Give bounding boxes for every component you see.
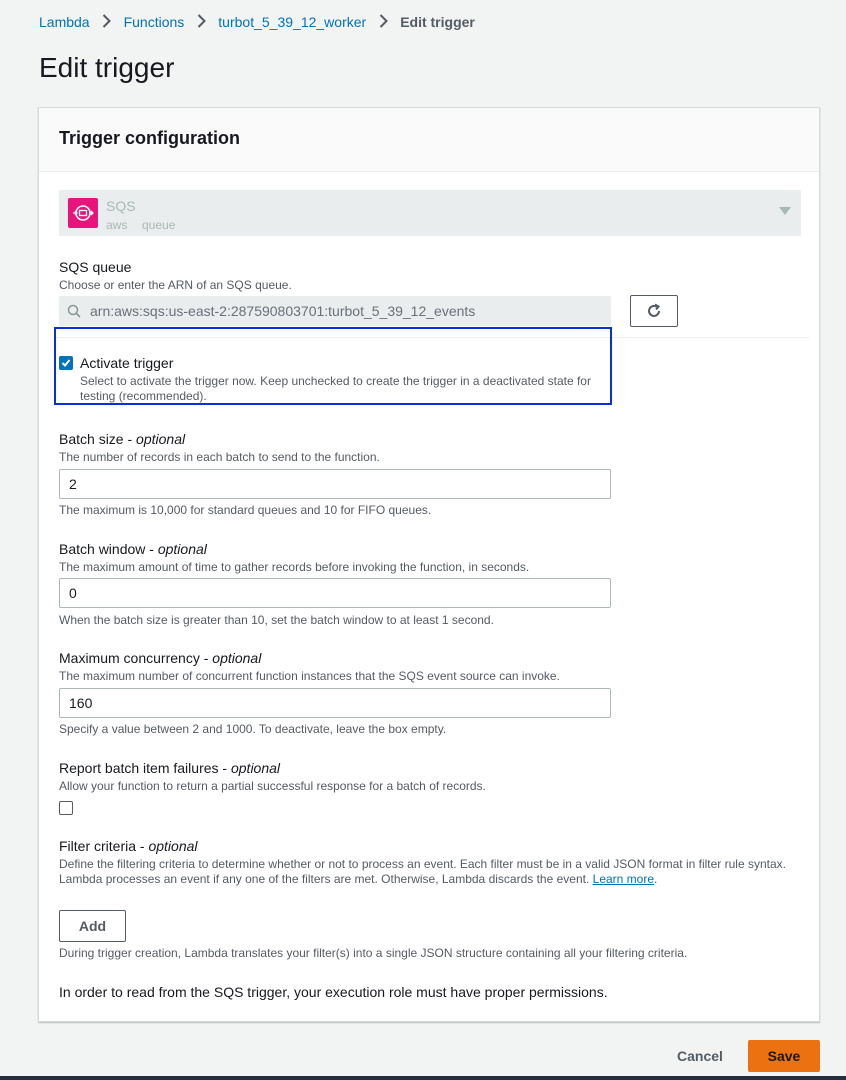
breadcrumb: Lambda Functions turbot_5_39_12_worker E… [39,13,475,31]
source-tag-aws: aws [106,218,128,232]
breadcrumb-function-name[interactable]: turbot_5_39_12_worker [218,14,366,30]
optional-tag: optional [148,838,198,854]
max-concurrency-label-text: Maximum concurrency [59,650,200,666]
panel-header: Trigger configuration [39,108,819,172]
cancel-button[interactable]: Cancel [677,1048,723,1064]
batch-size-input[interactable]: 2 [59,469,611,499]
checkmark-icon [61,359,71,367]
sqs-queue-input: arn:aws:sqs:us-east-2:287590803701:turbo… [59,296,611,326]
activate-trigger-checkbox[interactable] [59,356,73,370]
filter-criteria-description-line2: Lambda processes an event if any one of … [59,872,590,886]
bottom-bar [0,1076,846,1080]
sqs-queue-label: SQS queue [59,259,132,275]
page-title: Edit trigger [39,52,175,83]
batch-window-hint: When the batch size is greater than 10, … [59,613,494,627]
search-icon [67,304,81,318]
report-failures-description: Allow your function to return a partial … [59,779,486,793]
source-name: SQS [106,198,136,214]
chevron-right-icon [90,13,124,31]
optional-tag: optional [212,650,262,666]
activate-trigger-label: Activate trigger [80,355,174,371]
report-failures-checkbox[interactable] [59,801,73,815]
caret-down-icon [779,207,791,215]
trigger-configuration-panel: Trigger configuration SQS aws queue SQS … [38,107,820,1022]
refresh-icon [648,303,661,317]
breadcrumb-functions[interactable]: Functions [124,14,185,30]
optional-tag: optional [136,431,186,447]
sqs-queue-value: arn:aws:sqs:us-east-2:287590803701:turbo… [90,303,476,319]
batch-window-description: The maximum amount of time to gather rec… [59,560,530,574]
chevron-right-icon [366,13,400,31]
add-filter-button[interactable]: Add [59,910,126,942]
report-failures-label-text: Report batch item failures [59,760,219,776]
filter-criteria-description: Define the filtering criteria to determi… [59,857,786,886]
optional-tag: optional [230,760,281,776]
activate-trigger-description: Select to activate the trigger now. Keep… [80,374,591,403]
batch-size-label-text: Batch size [59,431,124,447]
max-concurrency-hint: Specify a value between 2 and 1000. To d… [59,722,447,736]
filter-criteria-label-text: Filter criteria [59,838,137,854]
panel-title: Trigger configuration [59,128,241,148]
filter-criteria-hint: During trigger creation, Lambda translat… [59,946,688,960]
optional-tag: optional [157,541,207,557]
sqs-queue-description: Choose or enter the ARN of an SQS queue. [59,278,292,292]
chevron-right-icon [184,13,218,31]
learn-more-link[interactable]: Learn more [593,872,654,886]
max-concurrency-input[interactable]: 160 [59,688,611,718]
filter-criteria-description-line1: Define the filtering criteria to determi… [59,857,786,871]
batch-size-description: The number of records in each batch to s… [59,450,380,464]
refresh-button[interactable] [630,295,678,327]
breadcrumb-lambda[interactable]: Lambda [39,14,90,30]
batch-window-input[interactable]: 0 [59,578,611,608]
batch-size-label: Batch size - optional [59,431,186,447]
breadcrumb-current: Edit trigger [400,14,475,30]
batch-window-label-text: Batch window [59,541,146,557]
max-concurrency-description: The maximum number of concurrent functio… [59,669,560,683]
source-tag-queue: queue [142,218,176,232]
filter-criteria-label: Filter criteria - optional [59,838,198,854]
sqs-icon [68,198,98,228]
max-concurrency-label: Maximum concurrency - optional [59,650,262,666]
permissions-note: In order to read from the SQS trigger, y… [59,984,608,1000]
batch-size-hint: The maximum is 10,000 for standard queue… [59,503,432,517]
save-button[interactable]: Save [748,1040,820,1072]
report-failures-label: Report batch item failures - optional [59,760,281,776]
trigger-source-select: SQS aws queue [59,190,801,236]
batch-window-label: Batch window - optional [59,541,207,557]
